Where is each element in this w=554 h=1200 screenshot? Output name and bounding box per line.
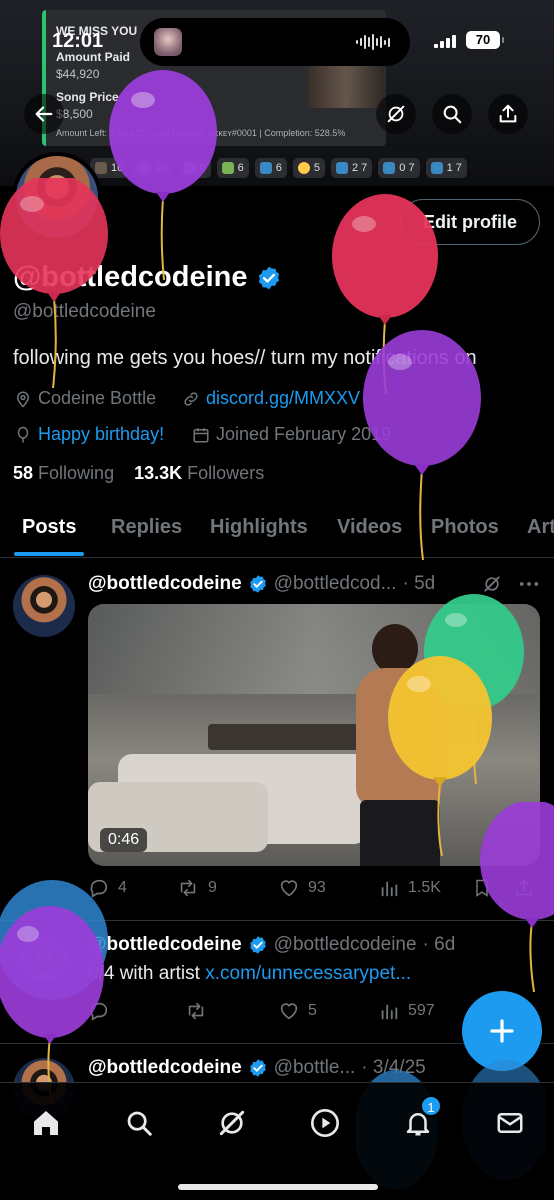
nav-video[interactable] <box>303 1101 347 1145</box>
share-button[interactable] <box>488 94 528 134</box>
followers-stat[interactable]: 13.3K Followers <box>134 463 264 483</box>
like-button[interactable]: 5 <box>278 1000 317 1022</box>
balloon-icon <box>0 178 108 388</box>
nav-messages[interactable] <box>488 1101 532 1145</box>
calendar-icon <box>193 427 209 442</box>
following-stat[interactable]: 58 Following <box>13 463 114 483</box>
balloon-icon <box>480 802 554 992</box>
grok-button[interactable] <box>376 94 416 134</box>
video-duration: 0:46 <box>100 828 148 852</box>
post-author-name[interactable]: @bottledcodeine <box>88 934 242 956</box>
grok-icon <box>219 1110 245 1136</box>
location-text: Codeine Bottle <box>38 388 157 408</box>
balloon-icon <box>363 330 481 560</box>
repost-button[interactable]: 9 <box>176 877 217 899</box>
more-options-icon[interactable] <box>518 574 540 594</box>
repost-button[interactable] <box>184 1000 216 1022</box>
battery-indicator: 70 <box>466 31 504 49</box>
amount-paid-value: $44,920 <box>56 67 100 81</box>
bottom-navigation: 1 <box>0 1082 554 1200</box>
reaction-chip[interactable]: 2 7 <box>331 158 373 178</box>
reaction-chip[interactable]: 0 7 <box>378 158 420 178</box>
search-icon <box>443 105 462 124</box>
play-circle-icon <box>311 1109 339 1137</box>
heart-icon <box>280 880 298 897</box>
nav-grok[interactable] <box>210 1101 254 1145</box>
grok-icon[interactable] <box>482 574 502 594</box>
heart-icon <box>280 1003 298 1020</box>
follow-stats: 58 Following 13.3K Followers <box>13 463 264 484</box>
repost-icon <box>180 879 196 897</box>
tab-posts[interactable]: Posts <box>22 516 76 539</box>
post-actions: 4 9 93 1.5K <box>88 877 538 903</box>
nav-home[interactable] <box>24 1101 68 1145</box>
verified-badge-icon <box>249 1059 266 1077</box>
reaction-chip[interactable]: 5 <box>292 158 325 178</box>
reaction-chip[interactable]: 6 <box>254 158 287 178</box>
like-button[interactable]: 93 <box>278 877 326 899</box>
tab-replies[interactable]: Replies <box>111 516 182 539</box>
mail-icon <box>497 1113 523 1133</box>
arrow-left-icon <box>35 106 53 122</box>
post-time: · 5d <box>402 573 436 594</box>
verified-badge-icon <box>249 575 266 593</box>
post-header: @bottledcodeine @bottledcod... · 5d <box>88 573 435 595</box>
birthday-text[interactable]: Happy birthday! <box>38 424 164 445</box>
search-button[interactable] <box>432 94 472 134</box>
post-author-name[interactable]: @bottledcodeine <box>88 1057 242 1079</box>
post-text: 0/4 with artist x.com/unnecessarypet... <box>88 963 412 984</box>
birthday-row[interactable]: Happy birthday! <box>14 424 164 445</box>
compose-button[interactable] <box>462 991 542 1071</box>
post-link[interactable]: x.com/unnecessarypet... <box>205 963 411 984</box>
views-icon <box>381 881 398 897</box>
link-icon <box>184 391 198 406</box>
balloon-icon <box>17 426 29 442</box>
embed-thumbnail <box>308 66 384 108</box>
back-button[interactable] <box>24 94 64 134</box>
status-time: 12:01 <box>52 30 104 52</box>
location-pin-icon <box>16 391 30 408</box>
views-icon <box>381 1004 398 1020</box>
home-icon <box>34 1111 58 1135</box>
post-avatar[interactable] <box>13 575 75 637</box>
post-time: · 6d <box>422 934 456 955</box>
balloon-icon <box>109 70 217 280</box>
reaction-chip[interactable]: 1 7 <box>425 158 467 178</box>
verified-badge-icon <box>258 266 279 289</box>
dynamic-island[interactable] <box>140 18 410 66</box>
views-button[interactable]: 1.5K <box>378 877 441 899</box>
now-playing-artwork <box>154 28 182 56</box>
post-author-name[interactable]: @bottledcodeine <box>88 573 242 595</box>
reaction-chip[interactable]: 6 <box>216 158 249 178</box>
location-row: Codeine Bottle <box>14 388 156 409</box>
home-indicator <box>178 1184 378 1190</box>
post-author-handle[interactable]: @bottledcod... <box>274 573 397 595</box>
nav-notifications[interactable]: 1 <box>396 1095 442 1145</box>
post-author-handle[interactable]: @bottle... <box>274 1057 356 1079</box>
repost-icon <box>188 1002 204 1020</box>
tab-highlights[interactable]: Highlights <box>210 516 308 539</box>
verified-badge-icon <box>249 936 266 954</box>
post-author-handle[interactable]: @bottledcodeine <box>274 934 417 956</box>
notification-badge: 1 <box>420 1095 442 1117</box>
views-button[interactable]: 597 <box>378 1000 435 1022</box>
signal-icon <box>434 34 456 48</box>
post-header: @bottledcodeine @bottledcodeine · 6d <box>88 934 455 956</box>
nav-search[interactable] <box>117 1101 161 1145</box>
share-icon <box>499 104 517 123</box>
active-tab-indicator <box>14 552 84 556</box>
balloon-icon <box>0 906 104 1104</box>
audio-waveform-icon <box>356 34 390 50</box>
search-icon <box>127 1111 152 1136</box>
tab-articles[interactable]: Art <box>527 516 554 539</box>
plus-icon <box>490 1019 514 1043</box>
grok-icon <box>387 105 405 123</box>
